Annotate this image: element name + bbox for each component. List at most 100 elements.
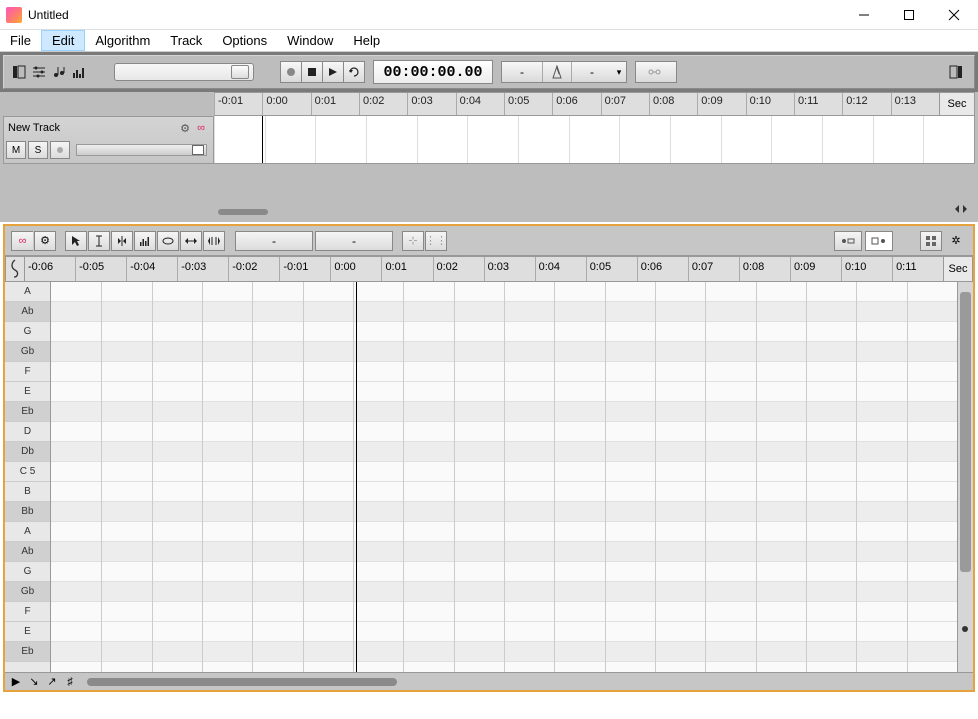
piano-key[interactable]: B — [5, 482, 50, 502]
lane-cell — [315, 116, 366, 163]
piano-key[interactable]: G — [5, 562, 50, 582]
menu-window[interactable]: Window — [277, 30, 343, 51]
editor-settings-icon[interactable]: ⚙ — [34, 231, 56, 251]
editor-fx2-icon[interactable]: ⋮⋮ — [425, 231, 447, 251]
track-name[interactable]: New Track — [8, 122, 177, 134]
editor-ruler-tick: 0:11 — [892, 257, 943, 281]
piano-key[interactable]: Ab — [5, 302, 50, 322]
zoom-slider[interactable] — [114, 63, 254, 81]
piano-key[interactable]: A — [5, 522, 50, 542]
menu-algorithm[interactable]: Algorithm — [85, 30, 160, 51]
ruler-tick: -0:01 — [214, 93, 262, 115]
panel-toggle-icon[interactable] — [10, 63, 28, 81]
timeline-hscrollbar[interactable] — [218, 209, 268, 215]
editor-ruler-tick: 0:04 — [535, 257, 586, 281]
notes-icon[interactable] — [50, 63, 68, 81]
stretch-tool-icon[interactable] — [203, 231, 225, 251]
record-button[interactable] — [280, 61, 302, 83]
right-panel-toggle-icon[interactable] — [944, 65, 968, 79]
ruler-tick: 0:01 — [311, 93, 359, 115]
piano-key[interactable]: G — [5, 322, 50, 342]
editor-gear-icon[interactable]: ✲ — [945, 231, 967, 251]
piano-key[interactable]: A — [5, 282, 50, 302]
track-lane[interactable] — [214, 116, 975, 164]
maximize-button[interactable] — [886, 1, 931, 29]
track-link-icon[interactable]: ∞ — [193, 122, 209, 134]
grid-vline — [705, 282, 706, 672]
editor-unit-label[interactable]: Sec — [943, 256, 973, 282]
play-button[interactable] — [322, 61, 344, 83]
piano-key[interactable]: C 5 — [5, 462, 50, 482]
view-mode2-icon[interactable] — [865, 231, 893, 251]
track-volume-slider[interactable] — [76, 144, 207, 156]
piano-key[interactable]: Db — [5, 442, 50, 462]
piano-key[interactable]: Ab — [5, 542, 50, 562]
piano-key[interactable]: Gb — [5, 342, 50, 362]
footer-sharp-icon[interactable]: ♯ — [63, 676, 77, 688]
mute-button[interactable]: M — [6, 141, 26, 159]
split-tool-icon[interactable] — [111, 231, 133, 251]
vscroll-thumb[interactable] — [960, 292, 971, 572]
levels-icon[interactable] — [70, 63, 88, 81]
editor-ruler-tick: -0:02 — [228, 257, 279, 281]
zoom-slider-thumb[interactable] — [231, 65, 249, 79]
menu-edit[interactable]: Edit — [41, 30, 85, 51]
wave-tool-icon[interactable] — [134, 231, 156, 251]
editor-vscrollbar[interactable] — [957, 282, 973, 672]
timeline-resize-handle[interactable] — [953, 203, 969, 217]
tempo-selector[interactable]: - - ▾ — [501, 61, 627, 83]
tempo-dropdown-icon[interactable]: ▾ — [612, 67, 626, 78]
timeline-ruler[interactable]: -0:010:000:010:020:030:040:050:060:070:0… — [214, 92, 939, 116]
loop-button[interactable] — [343, 61, 365, 83]
ruler-tick: 0:12 — [842, 93, 890, 115]
footer-tool1-icon[interactable]: ↘ — [27, 675, 41, 688]
footer-tool2-icon[interactable]: ↗ — [45, 675, 59, 688]
main-toolbar: 00:00:00.00 - - ▾ — [3, 55, 975, 89]
piano-key[interactable]: Gb — [5, 582, 50, 602]
menu-file[interactable]: File — [0, 30, 41, 51]
editor-ruler-tick: 0:01 — [381, 257, 432, 281]
editor-link-icon[interactable]: ∞ — [11, 231, 33, 251]
track-settings-icon[interactable]: ⚙ — [177, 122, 193, 135]
record-arm-button[interactable] — [50, 141, 70, 159]
menu-help[interactable]: Help — [343, 30, 390, 51]
piano-key[interactable]: Bb — [5, 502, 50, 522]
editor-ruler-tick: 0:00 — [330, 257, 381, 281]
lane-cell — [214, 116, 265, 163]
lane-cell — [569, 116, 620, 163]
piano-key[interactable]: Eb — [5, 642, 50, 662]
editor-fx1-icon[interactable]: ⊹ — [402, 231, 424, 251]
solo-button[interactable]: S — [28, 141, 48, 159]
stop-button[interactable] — [301, 61, 323, 83]
piano-key[interactable]: E — [5, 382, 50, 402]
minimize-button[interactable] — [841, 1, 886, 29]
grid-vline — [152, 282, 153, 672]
time-unit-label[interactable]: Sec — [939, 92, 975, 116]
piano-key[interactable]: Eb — [5, 402, 50, 422]
lane-cell — [923, 116, 974, 163]
editor-hscrollbar[interactable] — [87, 678, 397, 686]
hmove-tool-icon[interactable] — [180, 231, 202, 251]
menu-track[interactable]: Track — [160, 30, 212, 51]
fx-button[interactable] — [635, 61, 677, 83]
settings-sliders-icon[interactable] — [30, 63, 48, 81]
footer-play-icon[interactable]: ▶ — [9, 675, 23, 688]
piano-key-column[interactable]: AAbGGbFEEbDDbC 5BBbAAbGGbFEEb — [5, 282, 51, 672]
track-header[interactable]: New Track ⚙ ∞ M S — [3, 116, 214, 164]
piano-roll-grid[interactable] — [51, 282, 957, 672]
piano-key[interactable]: F — [5, 362, 50, 382]
piano-key[interactable]: E — [5, 622, 50, 642]
arrow-tool-icon[interactable] — [65, 231, 87, 251]
editor-ruler[interactable]: -0:06-0:05-0:04-0:03-0:02-0:010:000:010:… — [25, 256, 943, 282]
piano-key[interactable]: F — [5, 602, 50, 622]
ibeam-tool-icon[interactable] — [88, 231, 110, 251]
timeline-empty-area[interactable] — [3, 164, 975, 219]
note-tool-icon[interactable] — [157, 231, 179, 251]
main-toolbar-container: 00:00:00.00 - - ▾ — [0, 52, 978, 92]
view-mode1-icon[interactable] — [834, 231, 862, 251]
close-button[interactable] — [931, 1, 976, 29]
piano-key[interactable]: D — [5, 422, 50, 442]
grid-view-icon[interactable] — [920, 231, 942, 251]
menu-options[interactable]: Options — [212, 30, 277, 51]
volume-thumb[interactable] — [192, 145, 204, 155]
